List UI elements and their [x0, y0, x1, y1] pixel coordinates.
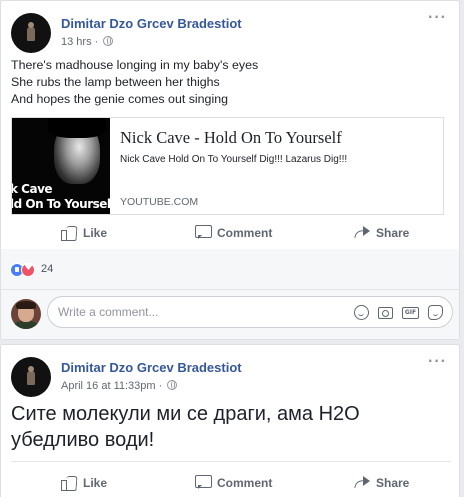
share-arrow-icon: [354, 225, 370, 239]
post-header: Dimitar Dzo Grcev Bradestiot April 16 at…: [1, 345, 459, 405]
comment-button[interactable]: Comment: [195, 217, 272, 249]
thumbs-up-icon: [61, 475, 77, 491]
link-source: YOUTUBE.COM: [120, 196, 199, 208]
post-timestamp[interactable]: April 16 at 11:33pm: [61, 380, 156, 392]
post-header: Dimitar Dzo Grcev Bradestiot 13 hrs · ··…: [1, 1, 459, 61]
share-button[interactable]: Share: [354, 217, 409, 249]
post-actions: Like Comment Share: [1, 217, 459, 249]
gif-icon[interactable]: GIF: [402, 307, 419, 319]
globe-icon[interactable]: [103, 36, 114, 46]
share-button[interactable]: Share: [354, 467, 409, 497]
more-options-icon[interactable]: ···: [428, 353, 447, 371]
comment-label: Comment: [217, 476, 273, 490]
meta-separator: ·: [94, 36, 99, 48]
more-options-icon[interactable]: ···: [428, 9, 447, 27]
link-preview[interactable]: k Cave ld On To Yourself Nick Cave - Hol…: [11, 117, 444, 215]
post-text-line: She rubs the lamp between her thighs: [11, 75, 220, 89]
reaction-count[interactable]: 24: [41, 263, 53, 275]
link-title[interactable]: Nick Cave - Hold On To Yourself: [120, 128, 342, 148]
like-button[interactable]: Like: [61, 217, 107, 249]
author-avatar[interactable]: [11, 13, 51, 53]
comment-bubble-icon: [195, 475, 212, 489]
thumbnail-caption-line: k Cave: [12, 182, 53, 196]
divider: [11, 461, 451, 462]
current-user-avatar[interactable]: [11, 299, 41, 329]
thumbnail-shadow: [48, 118, 106, 138]
post-timestamp[interactable]: 13 hrs: [61, 36, 92, 48]
like-label: Like: [83, 476, 108, 490]
post-text-line: There's madhouse longing in my baby's ey…: [11, 58, 259, 72]
like-label: Like: [83, 226, 108, 240]
comment-placeholder: Write a comment...: [58, 305, 159, 319]
link-description: Nick Cave Hold On To Yourself Dig!!! Laz…: [120, 154, 348, 165]
share-label: Share: [376, 226, 410, 240]
avatar-shoulders: [14, 321, 38, 329]
post-text-line: And hopes the genie comes out singing: [11, 92, 228, 106]
globe-icon[interactable]: [167, 380, 178, 390]
author-avatar[interactable]: [11, 357, 51, 397]
post-card: Dimitar Dzo Grcev Bradestiot April 16 at…: [0, 344, 460, 497]
meta-separator: ·: [158, 380, 163, 392]
emoji-icon[interactable]: [354, 305, 369, 320]
comment-bubble-icon: [195, 225, 212, 239]
comment-input[interactable]: Write a comment... GIF: [47, 296, 453, 328]
reactions-bar: 24: [1, 249, 459, 289]
sticker-icon[interactable]: [428, 305, 443, 320]
love-reaction-icon[interactable]: [21, 262, 35, 277]
comment-button[interactable]: Comment: [195, 467, 272, 497]
share-arrow-icon: [354, 475, 370, 489]
post-text: There's madhouse longing in my baby's ey…: [11, 57, 258, 108]
post-meta: April 16 at 11:33pm ·: [61, 380, 178, 392]
post-actions: Like Comment Share: [1, 467, 459, 497]
like-button[interactable]: Like: [61, 467, 107, 497]
thumbnail-caption-line: ld On To Yourself: [12, 197, 110, 211]
share-label: Share: [376, 476, 410, 490]
post-card: Dimitar Dzo Grcev Bradestiot 13 hrs · ··…: [0, 0, 460, 340]
post-text: Сите молекули ми се драги, ама H2O убедл…: [11, 403, 360, 451]
comment-label: Comment: [217, 226, 273, 240]
author-name[interactable]: Dimitar Dzo Grcev Bradestiot: [61, 360, 242, 375]
author-name[interactable]: Dimitar Dzo Grcev Bradestiot: [61, 16, 242, 31]
thumbs-up-icon: [61, 225, 77, 241]
camera-icon[interactable]: [378, 307, 393, 319]
post-meta: 13 hrs ·: [61, 36, 114, 48]
news-feed: Dimitar Dzo Grcev Bradestiot 13 hrs · ··…: [0, 0, 464, 497]
comment-composer: Write a comment... GIF: [1, 289, 459, 339]
video-thumbnail[interactable]: k Cave ld On To Yourself: [12, 118, 110, 214]
avatar-hair: [16, 301, 36, 309]
